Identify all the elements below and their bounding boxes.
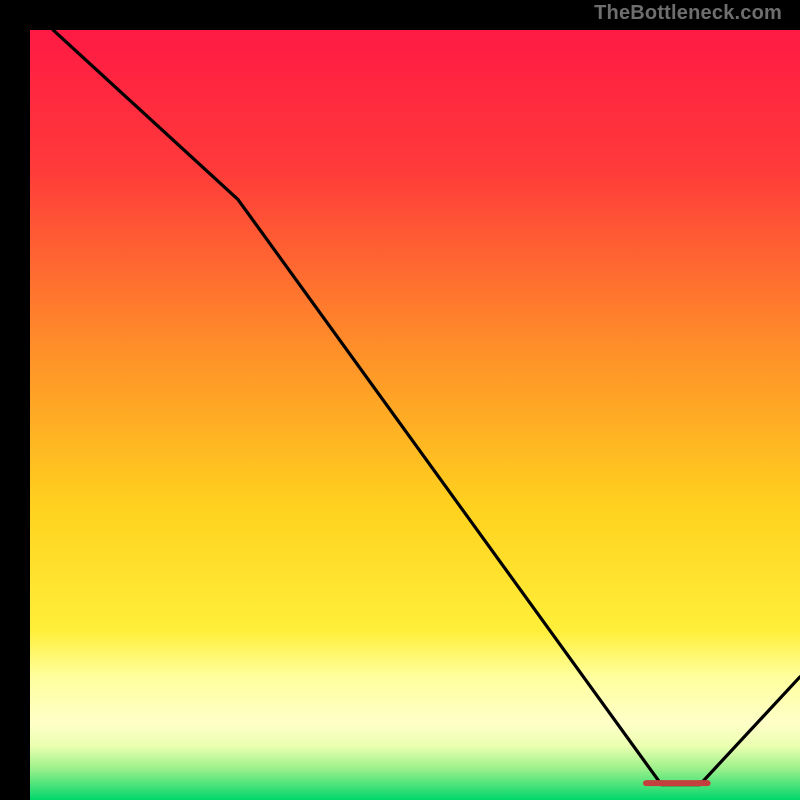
chart-canvas [30,30,800,800]
watermark-label: TheBottleneck.com [594,2,782,25]
chart-frame [15,15,785,785]
gradient-background [30,30,800,800]
